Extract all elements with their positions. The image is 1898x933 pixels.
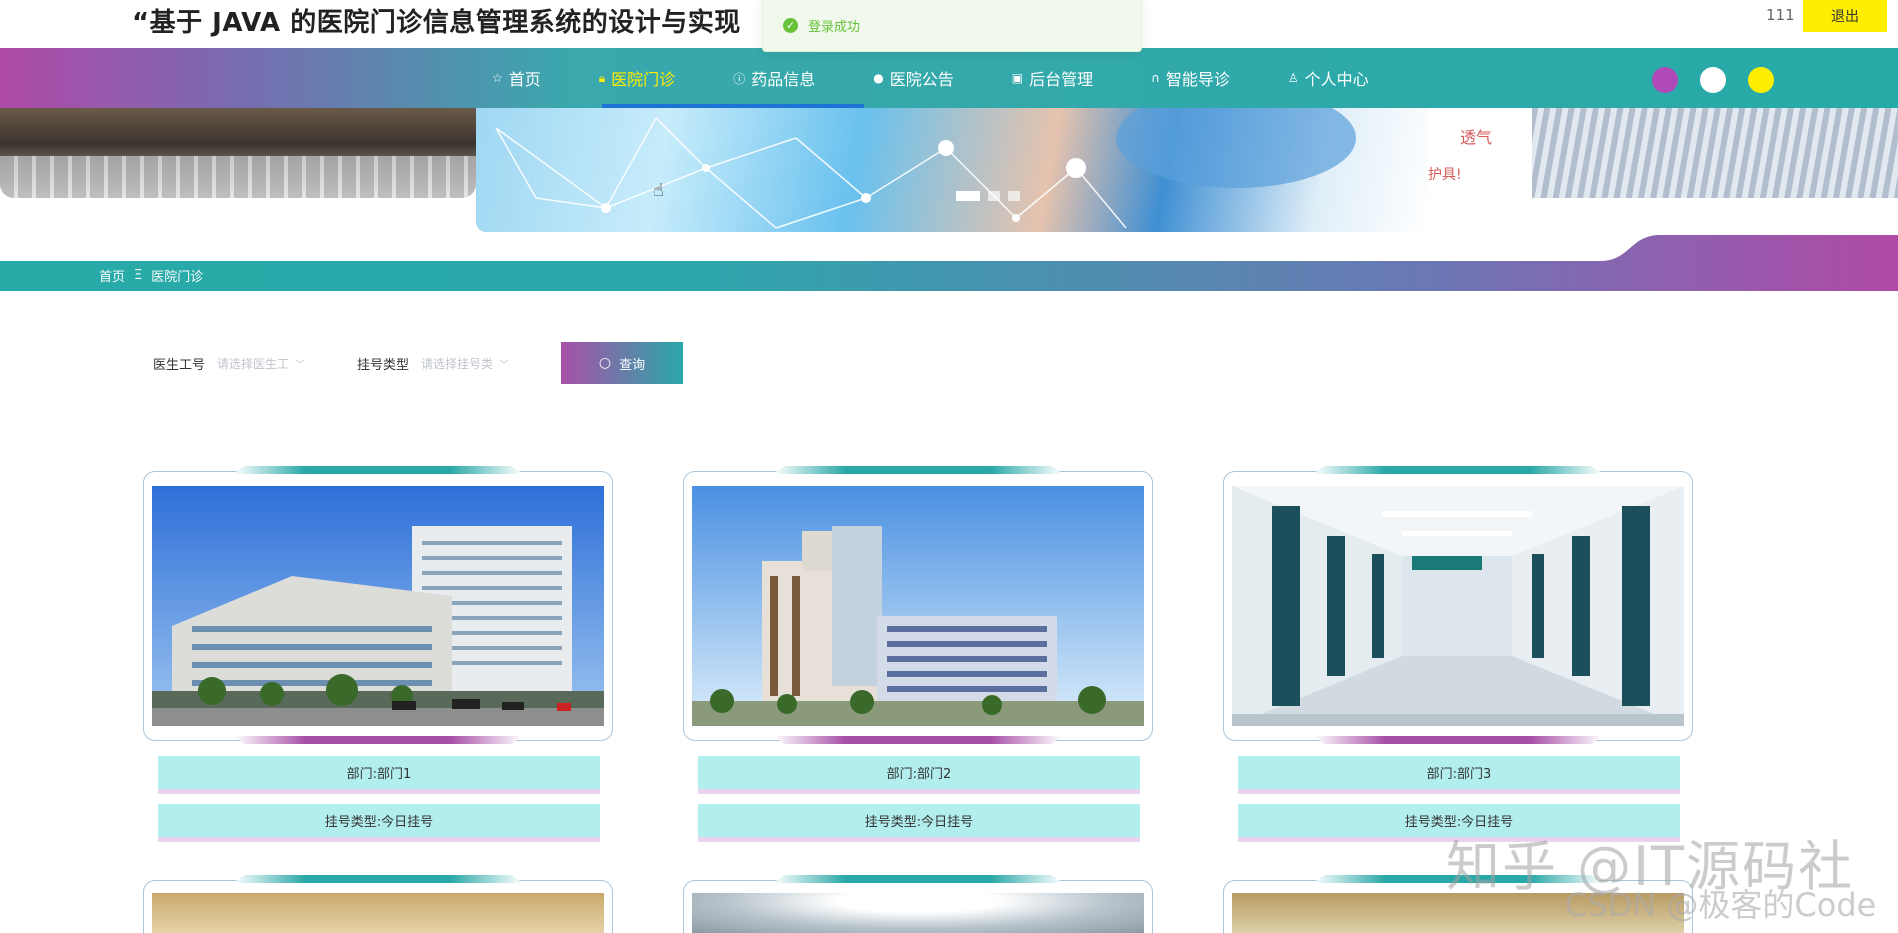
- chevron-down-icon: ﹀: [499, 359, 510, 371]
- watermark-csdn: CSDN @极客的Code: [1565, 886, 1877, 924]
- theme-dot-purple[interactable]: [1652, 67, 1678, 93]
- doctor-id-label: 医生工号: [153, 357, 206, 373]
- department-bar: 部门:部门2: [698, 756, 1140, 794]
- search-form: 医生工号 请选择医生工 ﹀ 挂号类型 请选择挂号类 ﹀ ○ 查询: [153, 342, 684, 384]
- nav-item-label: 智能导诊: [1165, 70, 1230, 89]
- theme-dot-white[interactable]: [1700, 67, 1726, 93]
- active-nav-indicator: [602, 104, 864, 108]
- search-button[interactable]: ○ 查询: [561, 342, 684, 384]
- nav-item-admin[interactable]: ▣ 后台管理: [1012, 48, 1093, 108]
- breadcrumb-current: 医院门诊: [151, 270, 204, 285]
- search-icon: ○: [598, 355, 612, 371]
- chevron-down-icon: ﹀: [295, 359, 306, 371]
- card-top-accent: [773, 466, 1063, 474]
- star-icon: ☆: [492, 71, 503, 85]
- search-button-label: 查询: [619, 357, 646, 373]
- nav-item-medicine[interactable]: ⓘ 药品信息: [733, 48, 815, 108]
- hospital-building-image[interactable]: [692, 486, 1144, 726]
- clinic-card[interactable]: [683, 466, 1153, 744]
- circle-icon: ●: [873, 71, 884, 85]
- card-top-accent: [233, 466, 523, 474]
- card-top-accent: [1313, 466, 1603, 474]
- headset-icon: ∩: [1151, 71, 1160, 85]
- carousel-dot-3[interactable]: [1008, 191, 1020, 201]
- network-graphic: [495, 108, 1356, 229]
- reg-type-label: 挂号类型: [357, 357, 410, 373]
- lock-icon: 🔒︎: [598, 70, 606, 85]
- hospital-building-image[interactable]: [152, 486, 604, 726]
- nav-item-label: 后台管理: [1029, 70, 1094, 89]
- banner-caption-2: 护具!: [1428, 167, 1462, 183]
- card-bottom-accent: [233, 736, 523, 744]
- username-label: 111: [1766, 6, 1795, 24]
- info-icon: ⓘ: [733, 71, 746, 86]
- carousel-dot-2[interactable]: [988, 191, 1000, 201]
- card-bottom-accent: [773, 736, 1063, 744]
- reg-type-bar: 挂号类型:今日挂号: [158, 804, 600, 842]
- hand-cursor-icon: ☝: [653, 180, 664, 201]
- breadcrumb: 首页 Ξ 医院门诊: [99, 266, 203, 285]
- reg-type-select[interactable]: 请选择挂号类 ﹀: [421, 348, 531, 378]
- clinic-hall-image[interactable]: [692, 893, 1144, 933]
- user-icon: ♙: [1287, 71, 1299, 85]
- reg-type-bar: 挂号类型:今日挂号: [698, 804, 1140, 842]
- nav-item-label: 首页: [508, 70, 541, 89]
- briefcase-icon: ▣: [1011, 71, 1024, 85]
- nav-item-notice[interactable]: ● 医院公告: [873, 48, 954, 108]
- nav-item-guide[interactable]: ∩ 智能导诊: [1151, 48, 1230, 108]
- banner-slide-current: [476, 108, 1428, 232]
- breadcrumb-home[interactable]: 首页: [99, 266, 125, 285]
- banner-slide-prev: [0, 108, 476, 198]
- toast-message: 登录成功: [808, 20, 861, 35]
- carousel-indicators: [956, 191, 1028, 201]
- logout-button[interactable]: 退出: [1803, 0, 1887, 32]
- clinic-card[interactable]: [143, 466, 613, 744]
- department-bar: 部门:部门1: [158, 756, 600, 794]
- banner-caption-1: 透气: [1460, 128, 1493, 147]
- check-circle-icon: ✓: [783, 18, 798, 33]
- nav-list: ☆ 首页 🔒︎ 医院门诊 ⓘ 药品信息 ● 医院公告 ▣ 后台管理 ∩ 智能导诊: [492, 48, 1427, 108]
- success-toast: ✓ 登录成功: [762, 0, 1142, 52]
- doctor-id-select[interactable]: 请选择医生工 ﹀: [217, 348, 327, 378]
- breadcrumb-band-shape: [0, 235, 1898, 291]
- nav-item-home[interactable]: ☆ 首页: [492, 48, 541, 108]
- nav-item-label: 药品信息: [751, 70, 816, 89]
- page: “基于 JAVA 的医院门诊信息管理系统的设计与实现 111 退出 ✓ 登录成功…: [0, 0, 1898, 933]
- carousel-dot-1[interactable]: [956, 191, 980, 201]
- hospital-corridor-image[interactable]: [1232, 486, 1684, 726]
- card-top-accent: [233, 875, 523, 883]
- card-bottom-accent: [1313, 736, 1603, 744]
- doctor-id-placeholder: 请选择医生工: [217, 356, 290, 371]
- breadcrumb-band: [0, 233, 1898, 291]
- card-top-accent: [773, 875, 1063, 883]
- reg-type-placeholder: 请选择挂号类: [421, 356, 494, 371]
- nav-item-label: 医院公告: [889, 70, 954, 89]
- site-title: “基于 JAVA 的医院门诊信息管理系统的设计与实现: [132, 8, 741, 38]
- nav-item-profile[interactable]: ♙ 个人中心: [1288, 48, 1369, 108]
- clinic-card-partial[interactable]: [143, 875, 613, 933]
- theme-dot-yellow[interactable]: [1748, 67, 1774, 93]
- breadcrumb-separator: Ξ: [134, 268, 143, 283]
- banner-slide-next: [1532, 108, 1898, 198]
- department-bar: 部门:部门3: [1238, 756, 1680, 794]
- clinic-room-image[interactable]: [152, 893, 604, 933]
- nav-item-label: 医院门诊: [611, 70, 676, 89]
- nav-item-label: 个人中心: [1304, 70, 1369, 89]
- main-nav: ☆ 首页 🔒︎ 医院门诊 ⓘ 药品信息 ● 医院公告 ▣ 后台管理 ∩ 智能导诊: [0, 48, 1898, 108]
- nav-item-clinic[interactable]: 🔒︎ 医院门诊: [599, 48, 675, 108]
- clinic-card-partial[interactable]: [683, 875, 1153, 933]
- clinic-card[interactable]: [1223, 466, 1693, 744]
